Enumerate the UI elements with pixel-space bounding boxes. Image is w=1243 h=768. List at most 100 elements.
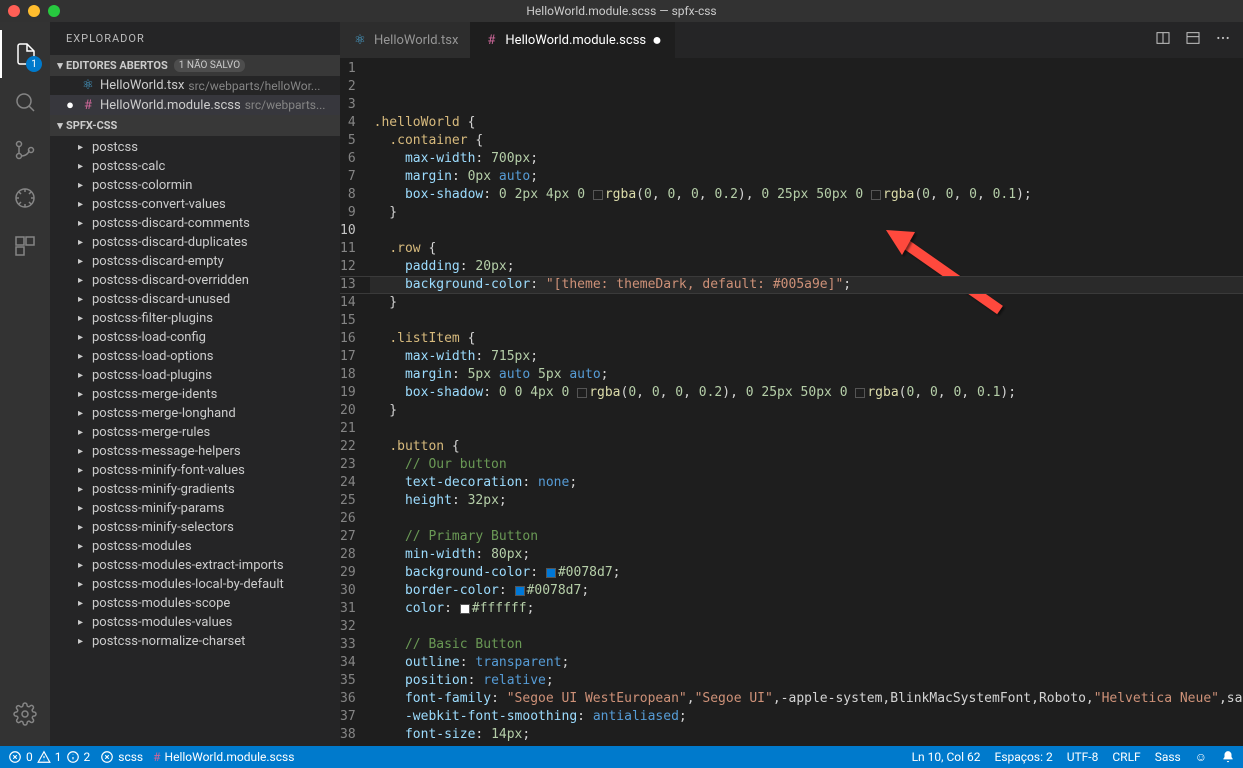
chevron-right-icon: ▸ <box>78 275 88 286</box>
code-line[interactable]: min-width: 80px; <box>370 546 1243 564</box>
tree-folder[interactable]: ▸postcss-modules-extract-imports <box>50 556 340 575</box>
editor-tab[interactable]: #HelloWorld.module.scss● <box>471 22 674 58</box>
tree-folder-label: postcss-merge-idents <box>92 387 217 402</box>
code-line[interactable]: .helloWorld { <box>370 114 1243 132</box>
settings-icon[interactable] <box>0 690 50 738</box>
tree-folder[interactable]: ▸postcss-minify-selectors <box>50 518 340 537</box>
status-lint[interactable]: scss <box>100 750 143 764</box>
tree-folder[interactable]: ▸postcss-filter-plugins <box>50 309 340 328</box>
toggle-layout-icon[interactable] <box>1185 30 1201 50</box>
code-line[interactable]: position: relative; <box>370 672 1243 690</box>
code-content[interactable]: .helloWorld { .container { max-width: 70… <box>370 58 1243 746</box>
source-control-icon[interactable] <box>0 126 50 174</box>
tree-folder[interactable]: ▸postcss-minify-font-values <box>50 461 340 480</box>
code-line[interactable]: text-decoration: none; <box>370 474 1243 492</box>
status-line-col[interactable]: Ln 10, Col 62 <box>912 750 981 764</box>
status-bell-icon[interactable] <box>1221 750 1235 764</box>
explorer-icon[interactable]: 1 <box>0 30 50 78</box>
code-line[interactable]: // Our button <box>370 456 1243 474</box>
code-line[interactable]: // Primary Button <box>370 528 1243 546</box>
error-count: 0 <box>26 750 33 764</box>
more-actions-icon[interactable] <box>1215 30 1231 50</box>
tree-folder[interactable]: ▸postcss <box>50 138 340 157</box>
code-line[interactable] <box>370 222 1243 240</box>
code-line[interactable]: margin: 5px auto 5px auto; <box>370 366 1243 384</box>
code-line[interactable]: font-weight: 400; <box>370 744 1243 746</box>
tree-folder[interactable]: ▸postcss-discard-comments <box>50 214 340 233</box>
code-line[interactable]: .listItem { <box>370 330 1243 348</box>
tree-folder[interactable]: ▸postcss-minify-params <box>50 499 340 518</box>
code-line[interactable]: background-color: "[theme: themeDark, de… <box>370 276 1243 294</box>
code-line[interactable]: box-shadow: 0 2px 4px 0 rgba(0, 0, 0, 0.… <box>370 186 1243 204</box>
code-line[interactable]: } <box>370 204 1243 222</box>
project-header[interactable]: ▾ SPFX-CSS <box>50 115 340 136</box>
tree-folder[interactable]: ▸postcss-discard-overridden <box>50 271 340 290</box>
tree-folder[interactable]: ▸postcss-discard-duplicates <box>50 233 340 252</box>
status-feedback-icon[interactable]: ☺ <box>1195 750 1207 764</box>
code-line[interactable] <box>370 618 1243 636</box>
open-editor-item[interactable]: ⚛HelloWorld.tsx src/webparts/helloWor... <box>50 76 340 95</box>
chevron-right-icon: ▸ <box>78 313 88 324</box>
tree-folder[interactable]: ▸postcss-load-plugins <box>50 366 340 385</box>
code-line[interactable] <box>370 420 1243 438</box>
code-line[interactable] <box>370 312 1243 330</box>
search-icon[interactable] <box>0 78 50 126</box>
tree-folder[interactable]: ▸postcss-load-config <box>50 328 340 347</box>
tree-folder[interactable]: ▸postcss-message-helpers <box>50 442 340 461</box>
tree-folder[interactable]: ▸postcss-merge-rules <box>50 423 340 442</box>
close-window-button[interactable] <box>8 5 20 17</box>
minimize-window-button[interactable] <box>28 5 40 17</box>
open-editor-item[interactable]: ●#HelloWorld.module.scss src/webparts... <box>50 95 340 115</box>
status-encoding[interactable]: UTF-8 <box>1067 750 1099 764</box>
status-language[interactable]: Sass <box>1155 750 1181 764</box>
code-line[interactable]: .row { <box>370 240 1243 258</box>
debug-icon[interactable] <box>0 174 50 222</box>
status-spaces[interactable]: Espaços: 2 <box>995 750 1053 764</box>
tree-folder[interactable]: ▸postcss-colormin <box>50 176 340 195</box>
code-line[interactable]: height: 32px; <box>370 492 1243 510</box>
tree-folder[interactable]: ▸postcss-minify-gradients <box>50 480 340 499</box>
code-line[interactable]: .button { <box>370 438 1243 456</box>
code-line[interactable]: margin: 0px auto; <box>370 168 1243 186</box>
tree-folder[interactable]: ▸postcss-discard-empty <box>50 252 340 271</box>
extensions-icon[interactable] <box>0 222 50 270</box>
tree-folder[interactable]: ▸ postcss-merge-idents <box>50 385 340 404</box>
open-editors-header[interactable]: ▾ EDITORES ABERTOS 1 NÃO SALVO <box>50 55 340 76</box>
code-line[interactable]: box-shadow: 0 0 4px 0 rgba(0, 0, 0, 0.2)… <box>370 384 1243 402</box>
tree-folder[interactable]: ▸postcss-modules <box>50 537 340 556</box>
code-line[interactable]: border-color: #0078d7; <box>370 582 1243 600</box>
chevron-right-icon: ▸ <box>78 389 88 400</box>
maximize-window-button[interactable] <box>48 5 60 17</box>
code-line[interactable]: outline: transparent; <box>370 654 1243 672</box>
code-line[interactable]: .container { <box>370 132 1243 150</box>
split-editor-icon[interactable] <box>1155 30 1171 50</box>
status-eol[interactable]: CRLF <box>1112 750 1140 764</box>
code-line[interactable]: font-family: "Segoe UI WestEuropean","Se… <box>370 690 1243 708</box>
code-area[interactable]: 1234567891011121314151617181920212223242… <box>340 58 1243 746</box>
status-file[interactable]: # HelloWorld.module.scss <box>153 750 294 764</box>
tree-folder[interactable]: ▸postcss-modules-values <box>50 613 340 632</box>
file-tree[interactable]: ▸postcss▸postcss-calc▸postcss-colormin▸p… <box>50 136 340 746</box>
code-line[interactable] <box>370 510 1243 528</box>
code-line[interactable]: max-width: 700px; <box>370 150 1243 168</box>
tree-folder[interactable]: ▸postcss-modules-scope <box>50 594 340 613</box>
code-line[interactable]: padding: 20px; <box>370 258 1243 276</box>
code-line[interactable]: background-color: #0078d7; <box>370 564 1243 582</box>
tree-folder[interactable]: ▸postcss-convert-values <box>50 195 340 214</box>
tree-folder[interactable]: ▸postcss-modules-local-by-default <box>50 575 340 594</box>
tree-folder[interactable]: ▸postcss-merge-longhand <box>50 404 340 423</box>
code-line[interactable]: font-size: 14px; <box>370 726 1243 744</box>
editor-tab[interactable]: ⚛HelloWorld.tsx <box>340 22 471 58</box>
status-problems[interactable]: 0 1 2 <box>8 750 90 764</box>
tree-folder[interactable]: ▸postcss-calc <box>50 157 340 176</box>
tree-folder[interactable]: ▸postcss-normalize-charset <box>50 632 340 651</box>
tree-folder[interactable]: ▸postcss-discard-unused <box>50 290 340 309</box>
code-line[interactable]: color: #ffffff; <box>370 600 1243 618</box>
code-line[interactable]: } <box>370 402 1243 420</box>
code-line[interactable]: -webkit-font-smoothing: antialiased; <box>370 708 1243 726</box>
code-line[interactable]: // Basic Button <box>370 636 1243 654</box>
tree-folder[interactable]: ▸postcss-load-options <box>50 347 340 366</box>
code-line[interactable]: } <box>370 294 1243 312</box>
main-layout: 1 EXPLORADOR ▾ EDITORES ABERTOS 1 NÃO SA… <box>0 22 1243 746</box>
code-line[interactable]: max-width: 715px; <box>370 348 1243 366</box>
